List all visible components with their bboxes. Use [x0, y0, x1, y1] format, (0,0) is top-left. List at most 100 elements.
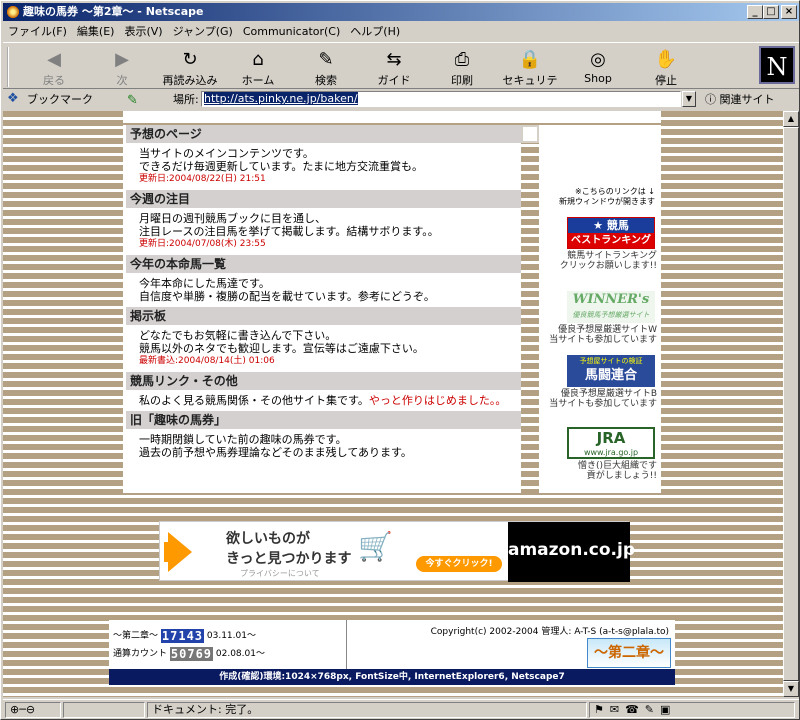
section-body: 私のよく見る競馬関係・その他サイト集です。やっと作りはじめました。。: [123, 390, 521, 411]
toolbar-guide-button[interactable]: ⇆ ガイド: [363, 47, 425, 87]
section-line-text: 一時期閉鎖していた前の趣味の馬券です。: [139, 433, 347, 446]
menu-help[interactable]: ヘルプ(H): [345, 22, 405, 41]
page-proxy-icon[interactable]: ✎: [127, 91, 138, 110]
toolbar-lock-button[interactable]: 🔒セキュリティ: [499, 47, 561, 103]
toolbar-label: 検索: [315, 74, 337, 87]
toolbar-label: Shop: [584, 72, 612, 85]
section-line: 私のよく見る競馬関係・その他サイト集です。やっと作りはじめました。。: [139, 394, 521, 407]
bookmark-icon[interactable]: ❖: [7, 92, 25, 106]
banner-caption-line: クリックお願いします!!: [559, 261, 657, 271]
jra-banner[interactable]: JRA www.jra.go.jp: [567, 427, 655, 459]
banner-text-line: WINNER's: [572, 292, 650, 307]
menu-edit[interactable]: 編集(E): [72, 22, 120, 41]
section-heading[interactable]: 掲示板: [123, 307, 521, 325]
banner-caption: 優良予想屋厳選サイトW 当サイトも参加しています: [541, 325, 657, 345]
section-line: 競馬以外のネタでも歓迎します。宣伝等はご遠慮下さい。: [139, 342, 521, 355]
related-sites-button[interactable]: ⓘ 関連サイト: [705, 90, 775, 109]
section-line: 自信度や単勝・複勝の配当を載せています。参考にどうぞ。: [139, 290, 521, 303]
toolbar-shop-button[interactable]: ◎ Shop: [567, 47, 629, 87]
section-body: 月曜日の週刊競馬ブックに目を通し、 注目レースの注目馬を挙げて掲載します。結構サボ…: [123, 208, 521, 255]
banner-text-line: 優良競馬予想厳選サイト: [572, 311, 650, 319]
vertical-scrollbar[interactable]: ▲ ▼: [783, 111, 799, 697]
minimize-button[interactable]: _: [747, 5, 763, 19]
section-date: 最新書込:2004/08/14(土) 01:06: [139, 356, 275, 366]
netscape-app-icon: [6, 5, 20, 19]
status-text: ドキュメント: 完了。: [147, 702, 587, 718]
section-body: 当サイトのメインコンテンツです。 できるだけ毎週更新しています。たまに地方交流重賞…: [123, 143, 521, 190]
section-heading[interactable]: 旧「趣味の馬券」: [123, 411, 521, 429]
bookmarks-button[interactable]: ブックマーク: [27, 90, 93, 109]
section-extra-note: やっと作りはじめました。。: [368, 394, 507, 407]
related-sites-label: 関連サイト: [719, 93, 775, 106]
toolbar-reload-button[interactable]: ↻ 再読み込み: [159, 47, 221, 87]
stop-icon: ✋: [654, 49, 678, 70]
forward-icon: ▶: [115, 49, 129, 70]
url-dropdown-button[interactable]: ▼: [682, 91, 696, 107]
toolbar-label: 再読み込み: [162, 74, 218, 87]
ad-privacy-link[interactable]: プライバシーについて: [240, 568, 320, 579]
banner-text-line: JRA: [596, 429, 626, 447]
toolbar-label: 次: [116, 74, 128, 87]
section-line-text: 私のよく見る競馬関係・その他サイト集です。: [139, 394, 369, 407]
section-line: できるだけ毎週更新しています。たまに地方交流重賞も。: [139, 160, 521, 173]
section-line: 当サイトのメインコンテンツです。: [139, 147, 521, 160]
section-body: どなたでもお気軽に書き込んで下さい。 競馬以外のネタでも歓迎します。宣伝等はご遠慮…: [123, 325, 521, 372]
banner-caption: 優良予想屋厳選サイトB 当サイトも参加しています: [541, 389, 657, 409]
footer: ～第二章～ 17143 03.11.01～ 通算カウント 50769 02.08…: [109, 620, 675, 676]
url-field[interactable]: http://ats.pinky.ne.jp/baken/: [201, 91, 681, 107]
title-bar: 趣味の馬券 ～第2章～ - Netscape _ □ ×: [3, 3, 799, 21]
toolbar-forward-button[interactable]: ▶ 次: [91, 47, 153, 87]
location-label: 場所:: [173, 93, 199, 106]
amazon-logo[interactable]: amazon.co.jp: [508, 522, 635, 582]
winners-banner[interactable]: WINNER's 優良競馬予想厳選サイト: [567, 291, 655, 323]
banner-caption: 競馬サイトランキング クリックお願いします!!: [541, 251, 657, 271]
counter1-date: 03.11.01～: [206, 631, 256, 641]
ad-line-1: 欲しいものが: [226, 531, 310, 547]
banner-caption-line: 競馬サイトランキング: [567, 251, 657, 261]
shop-icon: ◎: [590, 49, 606, 70]
new-window-note: ※こちらのリンクは ↓ 新規ウィンドウが開きます: [545, 187, 655, 207]
toolbar-search-button[interactable]: ✎ 検索: [295, 47, 357, 87]
progress-panel: [63, 702, 145, 718]
scroll-thumb[interactable]: [783, 127, 799, 681]
toolbar-home-button[interactable]: ⌂ ホーム: [227, 47, 289, 87]
close-button[interactable]: ×: [781, 5, 797, 19]
menu-communicator[interactable]: Communicator(C): [238, 22, 345, 41]
banner-caption: 憎き()巨大組織です 貢がしましょう!!: [541, 461, 657, 481]
section-heading[interactable]: 今年の本命馬一覧: [123, 255, 521, 273]
toolbar-label: ガイド: [377, 74, 411, 87]
section-heading[interactable]: 予想のページ: [123, 125, 521, 143]
toolbar-grip[interactable]: [7, 47, 13, 87]
scroll-up-button[interactable]: ▲: [783, 111, 799, 127]
ad-click-button[interactable]: 今すぐクリック!: [416, 556, 502, 572]
counter1-value: 17143: [160, 628, 205, 643]
reload-icon: ↻: [182, 49, 198, 70]
maximize-button[interactable]: □: [763, 5, 779, 19]
lock-icon: 🔒: [518, 49, 542, 70]
banner-caption-line: 憎き()巨大組織です: [577, 461, 657, 471]
section-heading[interactable]: 競馬リンク・その他: [123, 372, 521, 390]
component-bar[interactable]: ⚑✉☎✎▣: [589, 702, 795, 718]
toolbar-stop-button[interactable]: ✋ 停止: [635, 47, 697, 87]
section-line: 今年本命にした馬達です。: [139, 277, 521, 290]
copyright: Copyright(c) 2002-2004 管理人: A-T-S (a-t-s…: [430, 627, 669, 637]
menu-file[interactable]: ファイル(F): [3, 22, 72, 41]
banner-text-line: 予想屋サイトの検証: [579, 357, 643, 365]
amazon-ad-banner[interactable]: 欲しいものが きっと見つかります プライバシーについて 🛒 今すぐクリック! a…: [159, 521, 635, 582]
toolbar-back-button[interactable]: ◀ 戻る: [23, 47, 85, 87]
window-title: 趣味の馬券 ～第2章～ - Netscape: [23, 5, 204, 18]
search-icon: ✎: [318, 49, 334, 70]
security-indicator[interactable]: ⊕─⊖: [5, 702, 61, 718]
menu-view[interactable]: 表示(V): [119, 22, 167, 41]
top-strip: [123, 111, 661, 123]
toolbar-print-button[interactable]: ⎙ 印刷: [431, 47, 493, 87]
scroll-down-button[interactable]: ▼: [783, 681, 799, 697]
menu-go[interactable]: ジャンプ(G): [168, 22, 238, 41]
banner-text-line: www.jra.go.jp: [583, 448, 639, 457]
chapter-badge[interactable]: ～第二章～: [587, 638, 671, 668]
browser-window: 趣味の馬券 ～第2章～ - Netscape _ □ × ファイル(F) 編集(E…: [0, 0, 800, 720]
section-heading[interactable]: 今週の注目: [123, 190, 521, 208]
keiba-ranking-banner[interactable]: ★ 競馬 ベストランキング: [567, 217, 655, 249]
batou-rengou-banner[interactable]: 予想屋サイトの検証 馬闘連合: [567, 355, 655, 387]
netscape-logo[interactable]: N: [759, 46, 795, 84]
